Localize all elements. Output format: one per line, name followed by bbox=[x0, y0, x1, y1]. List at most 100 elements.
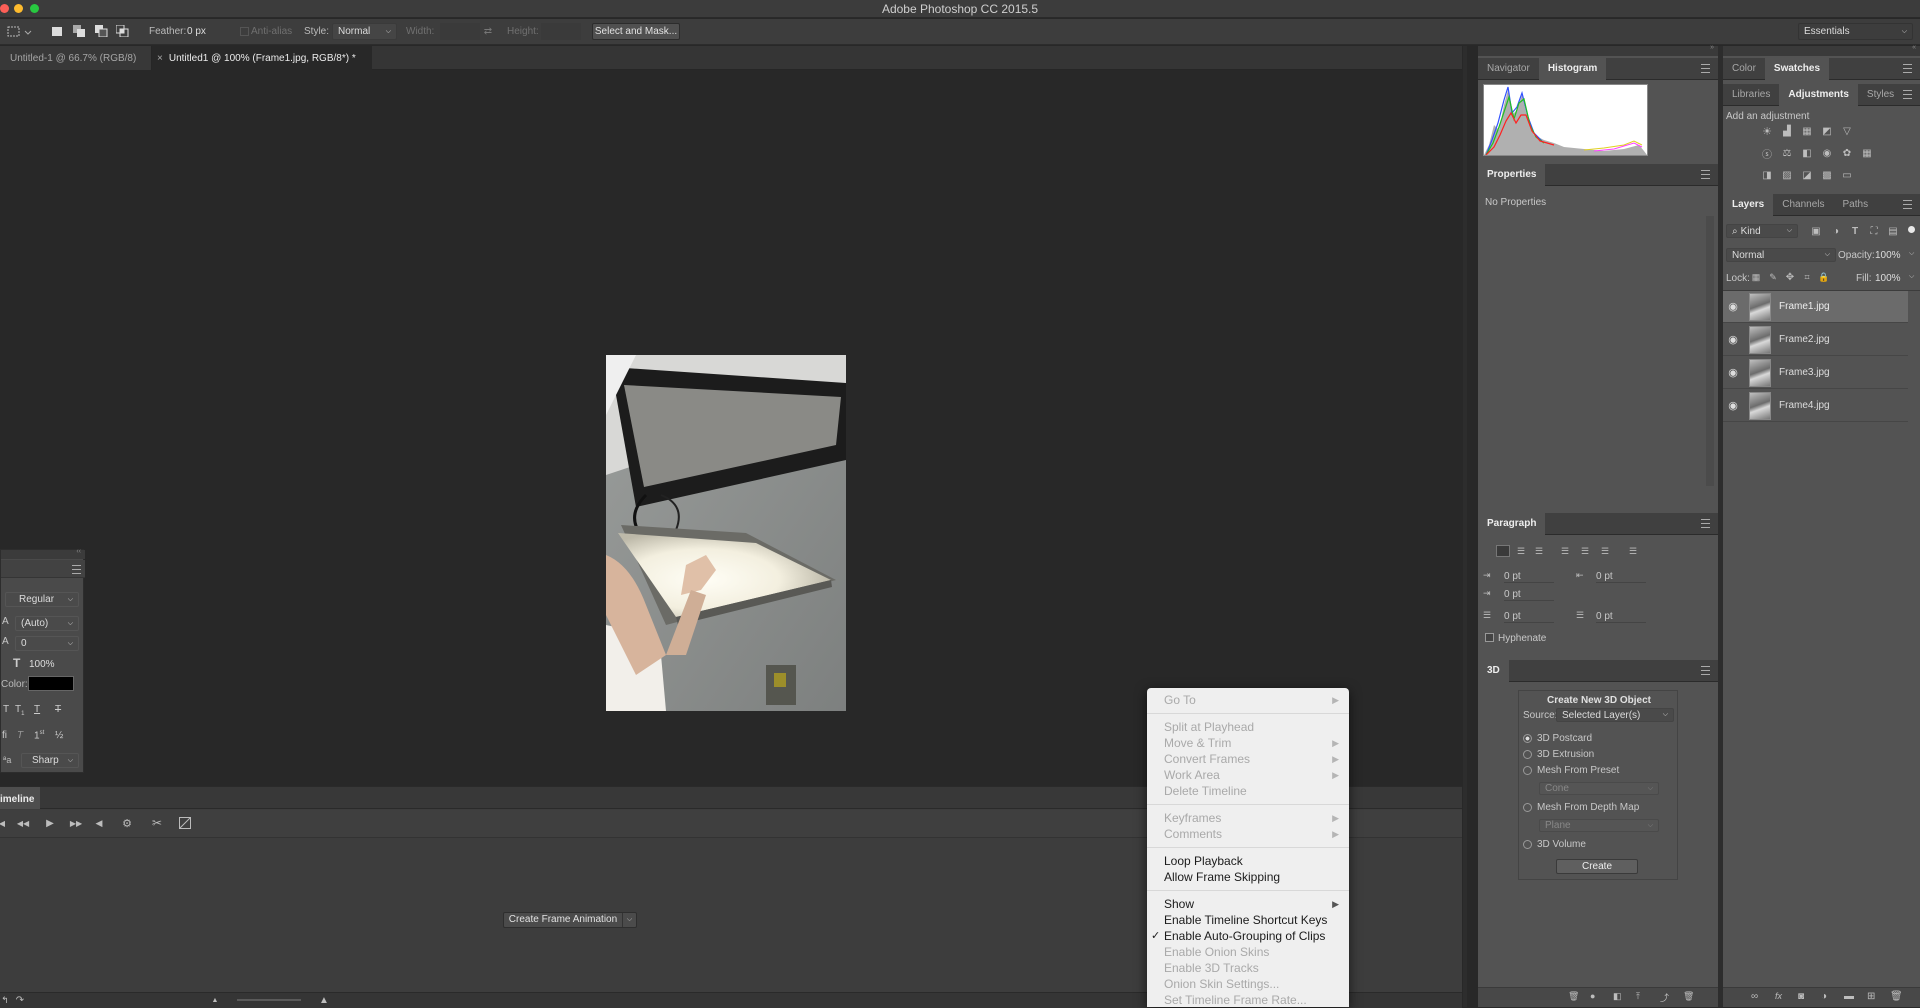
filter-toggle-icon[interactable] bbox=[1908, 226, 1915, 233]
adjustment-filter-icon[interactable]: ◑ bbox=[1829, 224, 1843, 238]
fill-input[interactable]: 100% bbox=[1875, 273, 1901, 284]
tab-3d[interactable]: 3D bbox=[1478, 659, 1509, 682]
delete-icon[interactable]: 🗑 bbox=[1683, 991, 1694, 1002]
oldstyle-icon[interactable]: T bbox=[17, 730, 23, 741]
brightness-icon[interactable]: ☀ bbox=[1759, 124, 1775, 138]
panel-menu-icon[interactable] bbox=[1701, 170, 1710, 179]
workspace-dropdown[interactable]: Essentials ⌵ bbox=[1798, 23, 1913, 40]
channel-mixer-icon[interactable]: ✿ bbox=[1839, 146, 1855, 160]
create-frame-animation-button[interactable]: Create Frame Animation ⌵ bbox=[503, 912, 637, 928]
radio-3d-volume[interactable]: 3D Volume bbox=[1523, 839, 1586, 850]
lock-transparent-icon[interactable]: ▦ bbox=[1750, 271, 1762, 283]
justify-last-center-icon[interactable]: ☰ bbox=[1578, 545, 1592, 557]
chevron-down-icon[interactable]: ⌵ bbox=[1909, 273, 1914, 281]
visibility-eye-icon[interactable]: ◉ bbox=[1723, 366, 1743, 379]
next-frame-icon[interactable]: ▶▶ bbox=[69, 817, 83, 829]
link-layers-icon[interactable]: ∞ bbox=[1751, 991, 1758, 1002]
collapse-icon[interactable]: ‹‹ bbox=[76, 548, 81, 555]
source-dropdown[interactable]: Selected Layer(s) ⌵ bbox=[1556, 708, 1674, 722]
tab-color[interactable]: Color bbox=[1723, 58, 1765, 80]
lock-all-icon[interactable]: 🔒 bbox=[1818, 271, 1830, 283]
feather-input[interactable]: 0 px bbox=[187, 26, 231, 37]
fraction-icon[interactable]: ½ bbox=[55, 730, 63, 741]
menu-item-enable-timeline-shortcut-keys[interactable]: Enable Timeline Shortcut Keys bbox=[1147, 912, 1349, 928]
panel-menu-icon[interactable] bbox=[1701, 64, 1710, 73]
menu-item-show[interactable]: Show ▶ bbox=[1147, 896, 1349, 912]
select-and-mask-button[interactable]: Select and Mask... bbox=[592, 23, 680, 40]
visibility-eye-icon[interactable]: ◉ bbox=[1723, 333, 1743, 346]
tab-swatches[interactable]: Swatches bbox=[1764, 57, 1830, 80]
space-before-input[interactable]: 0 pt bbox=[1504, 611, 1554, 623]
document-tab-untitled1[interactable]: × Untitled1 @ 100% (Frame1.jpg, RGB/8*) * bbox=[152, 46, 372, 71]
gradient-map-icon[interactable]: ▭ bbox=[1839, 168, 1855, 182]
ligature-icon[interactable]: fi bbox=[2, 730, 7, 741]
font-style-dropdown[interactable]: Regular ⌵ bbox=[5, 592, 79, 607]
lock-artboard-icon[interactable]: ⌗ bbox=[1801, 271, 1813, 283]
menu-item-loop-playback[interactable]: Loop Playback bbox=[1147, 853, 1349, 869]
curves-icon[interactable]: ▦ bbox=[1799, 124, 1815, 138]
new-layer-icon[interactable]: ⊞ bbox=[1867, 991, 1875, 1002]
menu-item-allow-frame-skipping[interactable]: Allow Frame Skipping bbox=[1147, 869, 1349, 885]
layer-row-frame3[interactable]: ◉ Frame3.jpg bbox=[1723, 357, 1908, 389]
radio-mesh-from-depth-map[interactable]: Mesh From Depth Map bbox=[1523, 802, 1639, 813]
tab-histogram[interactable]: Histogram bbox=[1538, 57, 1607, 80]
black-white-icon[interactable]: ◧ bbox=[1799, 146, 1815, 160]
create-3d-button[interactable]: Create bbox=[1556, 859, 1638, 874]
hyphenate-checkbox[interactable] bbox=[1485, 633, 1494, 642]
exposure-icon[interactable]: ◩ bbox=[1819, 124, 1835, 138]
tab-paths[interactable]: Paths bbox=[1834, 194, 1878, 216]
subscript-t-icon[interactable]: T1 bbox=[15, 704, 24, 717]
zoom-out-mountain-icon[interactable]: ▲ bbox=[210, 995, 220, 1005]
strikethrough-icon[interactable]: T bbox=[55, 704, 61, 715]
anti-aliasing-dropdown[interactable]: Sharp ⌵ bbox=[21, 753, 79, 768]
tab-channels[interactable]: Channels bbox=[1773, 194, 1833, 216]
layer-name[interactable]: Frame2.jpg bbox=[1779, 334, 1830, 345]
radio-3d-postcard[interactable]: 3D Postcard bbox=[1523, 733, 1592, 744]
selective-color-icon[interactable]: ▩ bbox=[1819, 168, 1835, 182]
document-image[interactable] bbox=[606, 355, 846, 711]
panel-menu-icon[interactable] bbox=[1701, 666, 1710, 675]
align-right-icon[interactable]: ☰ bbox=[1532, 545, 1546, 557]
layer-style-fx-icon[interactable]: fx bbox=[1775, 991, 1782, 1001]
tab-navigator[interactable]: Navigator bbox=[1478, 58, 1539, 80]
zoom-slider[interactable] bbox=[237, 999, 301, 1001]
filter-icon[interactable]: ◧ bbox=[1613, 991, 1622, 1002]
previous-frame-icon[interactable]: ◀◀ bbox=[16, 817, 30, 829]
vibrance-icon[interactable]: ▽ bbox=[1839, 124, 1855, 138]
layer-row-frame1[interactable]: ◉ Frame1.jpg bbox=[1723, 291, 1908, 323]
tab-adjustments[interactable]: Adjustments bbox=[1779, 83, 1858, 106]
horizontal-scale-input[interactable]: 100% bbox=[29, 659, 55, 670]
height-input[interactable] bbox=[541, 23, 581, 40]
tab-paragraph[interactable]: Paragraph bbox=[1478, 512, 1546, 535]
lock-pixels-brush-icon[interactable]: ✎ bbox=[1767, 271, 1779, 283]
split-scissors-icon[interactable]: ✂ bbox=[150, 816, 164, 830]
add-to-selection-icon[interactable] bbox=[73, 25, 86, 37]
panel-menu-icon[interactable] bbox=[1903, 64, 1912, 73]
new-adjustment-layer-icon[interactable]: ◑ bbox=[1821, 991, 1827, 1002]
delete-layer-trash-icon[interactable]: 🗑 bbox=[1890, 991, 1903, 1002]
chevron-down-icon[interactable]: ⌵ bbox=[1909, 250, 1914, 258]
blend-mode-dropdown[interactable]: Normal ⌵ bbox=[1726, 248, 1836, 262]
move-icon[interactable]: ⤒ bbox=[1636, 991, 1640, 1002]
properties-scrollbar[interactable] bbox=[1706, 216, 1714, 486]
type-filter-icon[interactable]: T bbox=[1848, 224, 1862, 238]
tab-layers[interactable]: Layers bbox=[1723, 193, 1774, 216]
panel-menu-icon[interactable] bbox=[1903, 200, 1912, 209]
pixel-filter-icon[interactable]: ▣ bbox=[1809, 224, 1823, 238]
chevron-down-icon[interactable]: ⌵ bbox=[622, 913, 636, 927]
justify-all-icon[interactable]: ☰ bbox=[1626, 545, 1640, 557]
tab-styles[interactable]: Styles bbox=[1858, 84, 1903, 106]
lock-position-icon[interactable]: ✥ bbox=[1784, 271, 1796, 283]
zoom-in-mountain-icon[interactable]: ▲ bbox=[317, 994, 331, 1006]
trash-icon[interactable]: 🗑 bbox=[1568, 991, 1579, 1002]
color-lookup-icon[interactable]: ▦ bbox=[1859, 146, 1875, 160]
audio-icon[interactable]: ◀ bbox=[93, 817, 105, 829]
transition-icon[interactable] bbox=[178, 816, 192, 830]
hue-saturation-icon[interactable]: ⓢ bbox=[1759, 146, 1775, 161]
render-video-icon[interactable]: ↷ bbox=[14, 994, 26, 1006]
menu-item-enable-auto-grouping-of-clips[interactable]: ✓ Enable Auto-Grouping of Clips bbox=[1147, 928, 1349, 944]
first-frame-icon[interactable]: ◀ bbox=[0, 817, 6, 829]
invert-icon[interactable]: ◨ bbox=[1759, 168, 1775, 182]
light-icon[interactable]: ● bbox=[1590, 991, 1595, 1001]
smart-object-filter-icon[interactable]: ▤ bbox=[1886, 224, 1900, 238]
